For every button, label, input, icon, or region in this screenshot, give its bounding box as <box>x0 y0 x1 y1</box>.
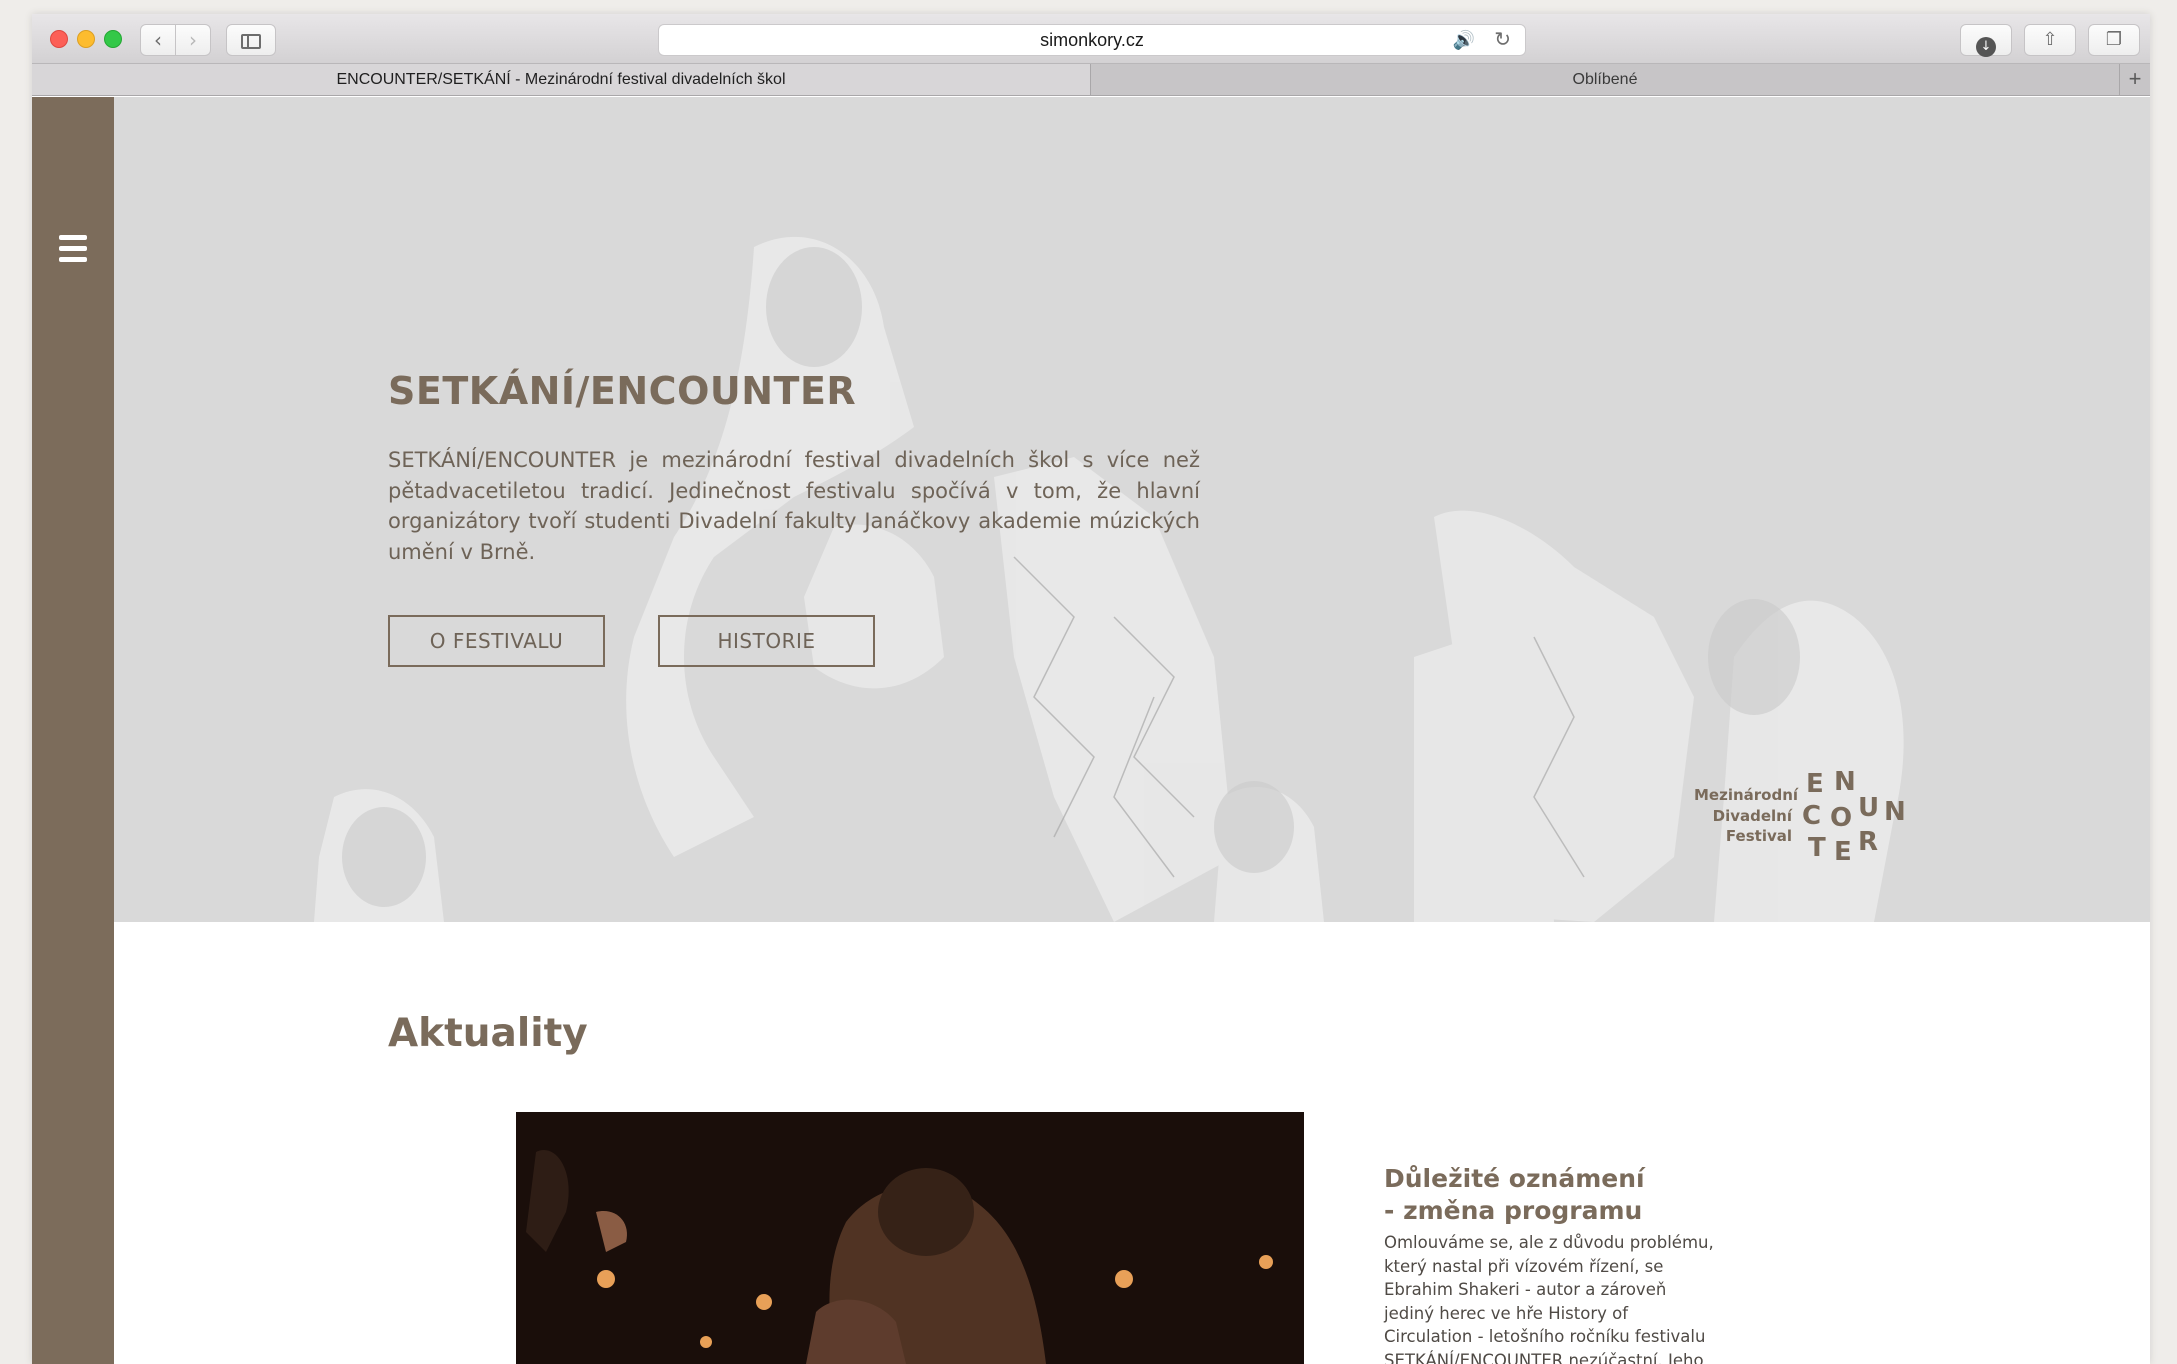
news-heading: Aktuality <box>388 1011 588 1056</box>
logo-letter: O <box>1830 803 1853 833</box>
new-tab-button[interactable]: + <box>2119 64 2150 95</box>
side-navigation <box>32 97 114 1364</box>
back-button[interactable]: ‹ <box>140 24 176 56</box>
news-item-body: Omlouváme se, ale z důvodu problému, kte… <box>1384 1233 1714 1364</box>
logo-letter: R <box>1858 827 1879 857</box>
web-page: SETKÁNÍ/ENCOUNTER SETKÁNÍ/ENCOUNTER je m… <box>32 97 2150 1364</box>
encounter-logo[interactable]: Mezinárodní Divadelní Festival E N C O U… <box>1694 767 1934 867</box>
hero-section: SETKÁNÍ/ENCOUNTER SETKÁNÍ/ENCOUNTER je m… <box>114 97 2150 922</box>
audio-playing-icon[interactable]: 🔊 <box>1453 25 1475 55</box>
show-all-tabs-button[interactable]: ❐ <box>2088 24 2140 56</box>
logo-letter: U <box>1858 793 1880 823</box>
logo-letter: N <box>1884 797 1906 827</box>
downloads-button[interactable]: ↓ <box>1960 24 2012 57</box>
forward-button[interactable]: › <box>175 24 211 56</box>
logo-letter: E <box>1806 769 1824 799</box>
reload-icon[interactable]: ↻ <box>1494 25 1511 55</box>
minimize-window-button[interactable] <box>77 30 95 48</box>
tabs-overview-icon: ❐ <box>2105 29 2123 50</box>
share-icon: ⇧ <box>2042 29 2058 50</box>
logo-caption: Mezinárodní Divadelní Festival <box>1694 786 1799 845</box>
address-bar[interactable]: simonkory.cz 🔊 ↻ <box>658 24 1526 56</box>
sidebar-icon <box>241 34 261 49</box>
news-item-title[interactable]: Důležité oznámení - změna programu <box>1384 1163 1744 1227</box>
logo-letter: C <box>1802 801 1822 831</box>
logo-letter: N <box>1834 767 1856 797</box>
o-festivalu-button[interactable]: O FESTIVALU <box>388 615 605 667</box>
chevron-right-icon: › <box>189 28 197 52</box>
sidebar-toggle-button[interactable] <box>226 24 276 56</box>
chevron-left-icon: ‹ <box>154 28 162 52</box>
tab-encounter[interactable]: ENCOUNTER/SETKÁNÍ - Mezinárodní festival… <box>32 64 1091 95</box>
tab-favorites[interactable]: Oblíbené <box>1091 64 2119 95</box>
logo-letter: E <box>1834 837 1852 867</box>
url-text: simonkory.cz <box>1040 30 1144 50</box>
hamburger-menu-icon[interactable] <box>59 235 87 263</box>
hero-description: SETKÁNÍ/ENCOUNTER je mezinárodní festiva… <box>388 448 1200 564</box>
plus-icon: + <box>2128 66 2142 91</box>
browser-toolbar: ‹ › simonkory.cz 🔊 ↻ ↓ ⇧ ❐ <box>32 14 2150 64</box>
share-button[interactable]: ⇧ <box>2024 24 2076 56</box>
browser-window: ‹ › simonkory.cz 🔊 ↻ ↓ ⇧ ❐ ENCOUNTER/SET… <box>32 14 2150 1364</box>
hero-title: SETKÁNÍ/ENCOUNTER <box>388 369 857 413</box>
historie-button[interactable]: HISTORIE <box>658 615 875 667</box>
tab-bar: ENCOUNTER/SETKÁNÍ - Mezinárodní festival… <box>32 64 2150 96</box>
close-window-button[interactable] <box>50 30 68 48</box>
zoom-window-button[interactable] <box>104 30 122 48</box>
news-photo[interactable] <box>516 1112 1304 1364</box>
logo-letter: T <box>1808 833 1826 863</box>
download-icon: ↓ <box>1976 37 1996 57</box>
